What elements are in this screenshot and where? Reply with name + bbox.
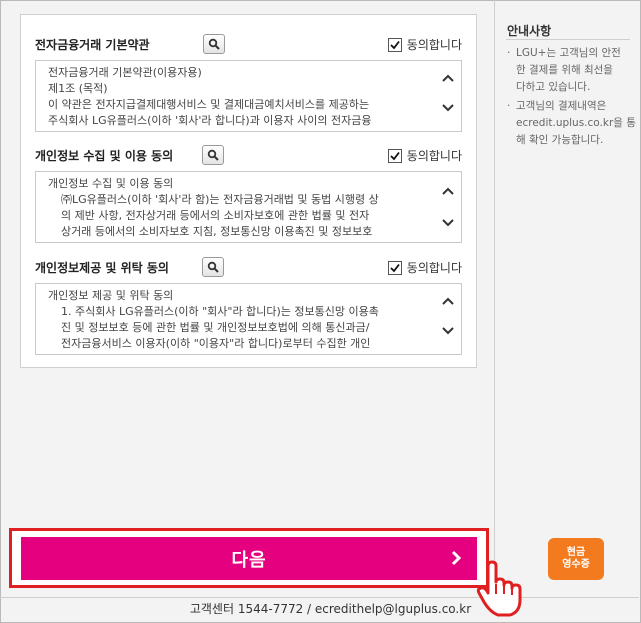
search-icon[interactable] xyxy=(203,34,225,54)
scroll-up-icon[interactable] xyxy=(441,73,455,83)
next-button-label: 다음 xyxy=(231,549,267,571)
terms-line: 전자금융서비스 이용자(이하 "이용자"라 합니다)로부터 수집한 개인 xyxy=(61,337,371,350)
sidebar-divider xyxy=(506,39,630,40)
terms-line: 개인정보 수집 및 이용 동의 xyxy=(48,177,174,190)
scroll-up-icon[interactable] xyxy=(441,186,455,196)
scroll-down-icon[interactable] xyxy=(441,218,455,228)
terms-textbox[interactable]: 개인정보 수집 및 이용 동의 ㈜LG유플러스(이하 '회사'라 함)는 전자금… xyxy=(35,171,462,243)
scroll-down-icon[interactable] xyxy=(441,103,455,113)
notice-line: 고객님의 결제내역은 xyxy=(516,100,607,112)
vertical-divider xyxy=(494,0,495,600)
search-icon[interactable] xyxy=(202,257,224,277)
notice-item: 고객님의 결제내역은 ecredit.uplus.co.kr을 통 해 확인 가… xyxy=(507,98,636,149)
terms-textbox[interactable]: 개인정보 제공 및 위탁 동의 1. 주식회사 LG유플러스(이하 "회사"라 … xyxy=(35,283,462,355)
section-title: 개인정보 수집 및 이용 동의 xyxy=(35,149,174,163)
cash-receipt-badge[interactable]: 현금 영수증 xyxy=(548,538,604,580)
notice-line: 다하고 있습니다. xyxy=(516,81,591,93)
check-icon[interactable] xyxy=(387,260,402,275)
sidebar-title: 안내사항 xyxy=(507,24,552,38)
terms-line: 개인정보 제공 및 위탁 동의 xyxy=(48,289,174,302)
footer-contact: 고객센터 1544-7772 / ecredithelp@lguplus.co.… xyxy=(189,602,472,616)
check-icon[interactable] xyxy=(387,37,402,52)
terms-textbox[interactable]: 전자금융거래 기본약관(이용자용) 제1조 (목적) 이 약관은 전자지급결제대… xyxy=(35,60,462,132)
terms-line: 의 제반 사항, 전자상거래 등에서의 소비자보호에 관한 법률 및 전자 xyxy=(61,209,370,222)
sidebar-notes: LGU+는 고객님의 안전 한 결제를 위해 최선을 다하고 있습니다. 고객님… xyxy=(507,45,636,151)
notice-line: ecredit.uplus.co.kr을 통 xyxy=(516,117,636,129)
terms-section-ecommerce: 전자금융거래 기본약관 동의합니다 전자금융거래 기본약관(이용자용) 제1조 … xyxy=(35,34,462,132)
notice-line: LGU+는 고객님의 안전 xyxy=(516,47,621,59)
receipt-badge-line: 영수증 xyxy=(562,559,590,570)
notice-line: 한 결제를 위해 최선을 xyxy=(516,64,613,76)
chevron-right-icon xyxy=(451,550,462,566)
section-title: 전자금융거래 기본약관 xyxy=(35,38,150,52)
scroll-up-icon[interactable] xyxy=(441,296,455,306)
terms-line: 전자금융거래 기본약관(이용자용) xyxy=(48,66,202,79)
terms-line: 제1조 (목적) xyxy=(48,82,108,95)
agree-label: 동의합니다 xyxy=(406,149,462,163)
notice-line: 해 확인 가능합니다. xyxy=(516,134,604,146)
terms-line: 진 및 정보보호 등에 관한 법률 및 개인정보보호법에 의해 통신과금/ xyxy=(61,321,370,334)
terms-line: 1. 주식회사 LG유플러스(이하 "회사"라 합니다)는 정보통신망 이용촉 xyxy=(61,305,379,318)
section-title: 개인정보제공 및 위탁 동의 xyxy=(35,261,169,275)
terms-panel: 전자금융거래 기본약관 동의합니다 전자금융거래 기본약관(이용자용) 제1조 … xyxy=(20,14,477,368)
search-icon[interactable] xyxy=(202,145,224,165)
agree-checkbox-privacy-provide[interactable]: 동의합니다 xyxy=(387,259,462,276)
agree-checkbox-ecommerce[interactable]: 동의합니다 xyxy=(387,36,462,53)
terms-line: 상거래 등에서의 소비자보호 지침, 정보통신망 이용촉진 및 정보보호 xyxy=(61,225,373,238)
agree-checkbox-privacy-collect[interactable]: 동의합니다 xyxy=(387,147,462,164)
agree-label: 동의합니다 xyxy=(406,38,462,52)
agree-label: 동의합니다 xyxy=(406,261,462,275)
check-icon[interactable] xyxy=(387,148,402,163)
next-button[interactable]: 다음 xyxy=(21,537,477,580)
terms-line: 주식회사 LG유플러스(이하 '회사'라 합니다)과 이용자 사이의 전자금융 xyxy=(48,114,372,127)
terms-section-privacy-collect: 개인정보 수집 및 이용 동의 동의합니다 개인정보 수집 및 이용 동의 ㈜L… xyxy=(35,145,462,243)
receipt-badge-line: 현금 xyxy=(566,547,586,558)
terms-line: 이 약관은 전자지급결제대행서비스 및 결제대금예치서비스를 제공하는 xyxy=(48,98,370,111)
terms-line: ㈜LG유플러스(이하 '회사'라 함)는 전자금융거래법 및 동법 시행령 상 xyxy=(61,193,379,206)
notice-item: LGU+는 고객님의 안전 한 결제를 위해 최선을 다하고 있습니다. xyxy=(507,45,633,96)
terms-section-privacy-provide: 개인정보제공 및 위탁 동의 동의합니다 개인정보 제공 및 위탁 동의 1. … xyxy=(35,257,462,355)
scroll-down-icon[interactable] xyxy=(441,326,455,336)
